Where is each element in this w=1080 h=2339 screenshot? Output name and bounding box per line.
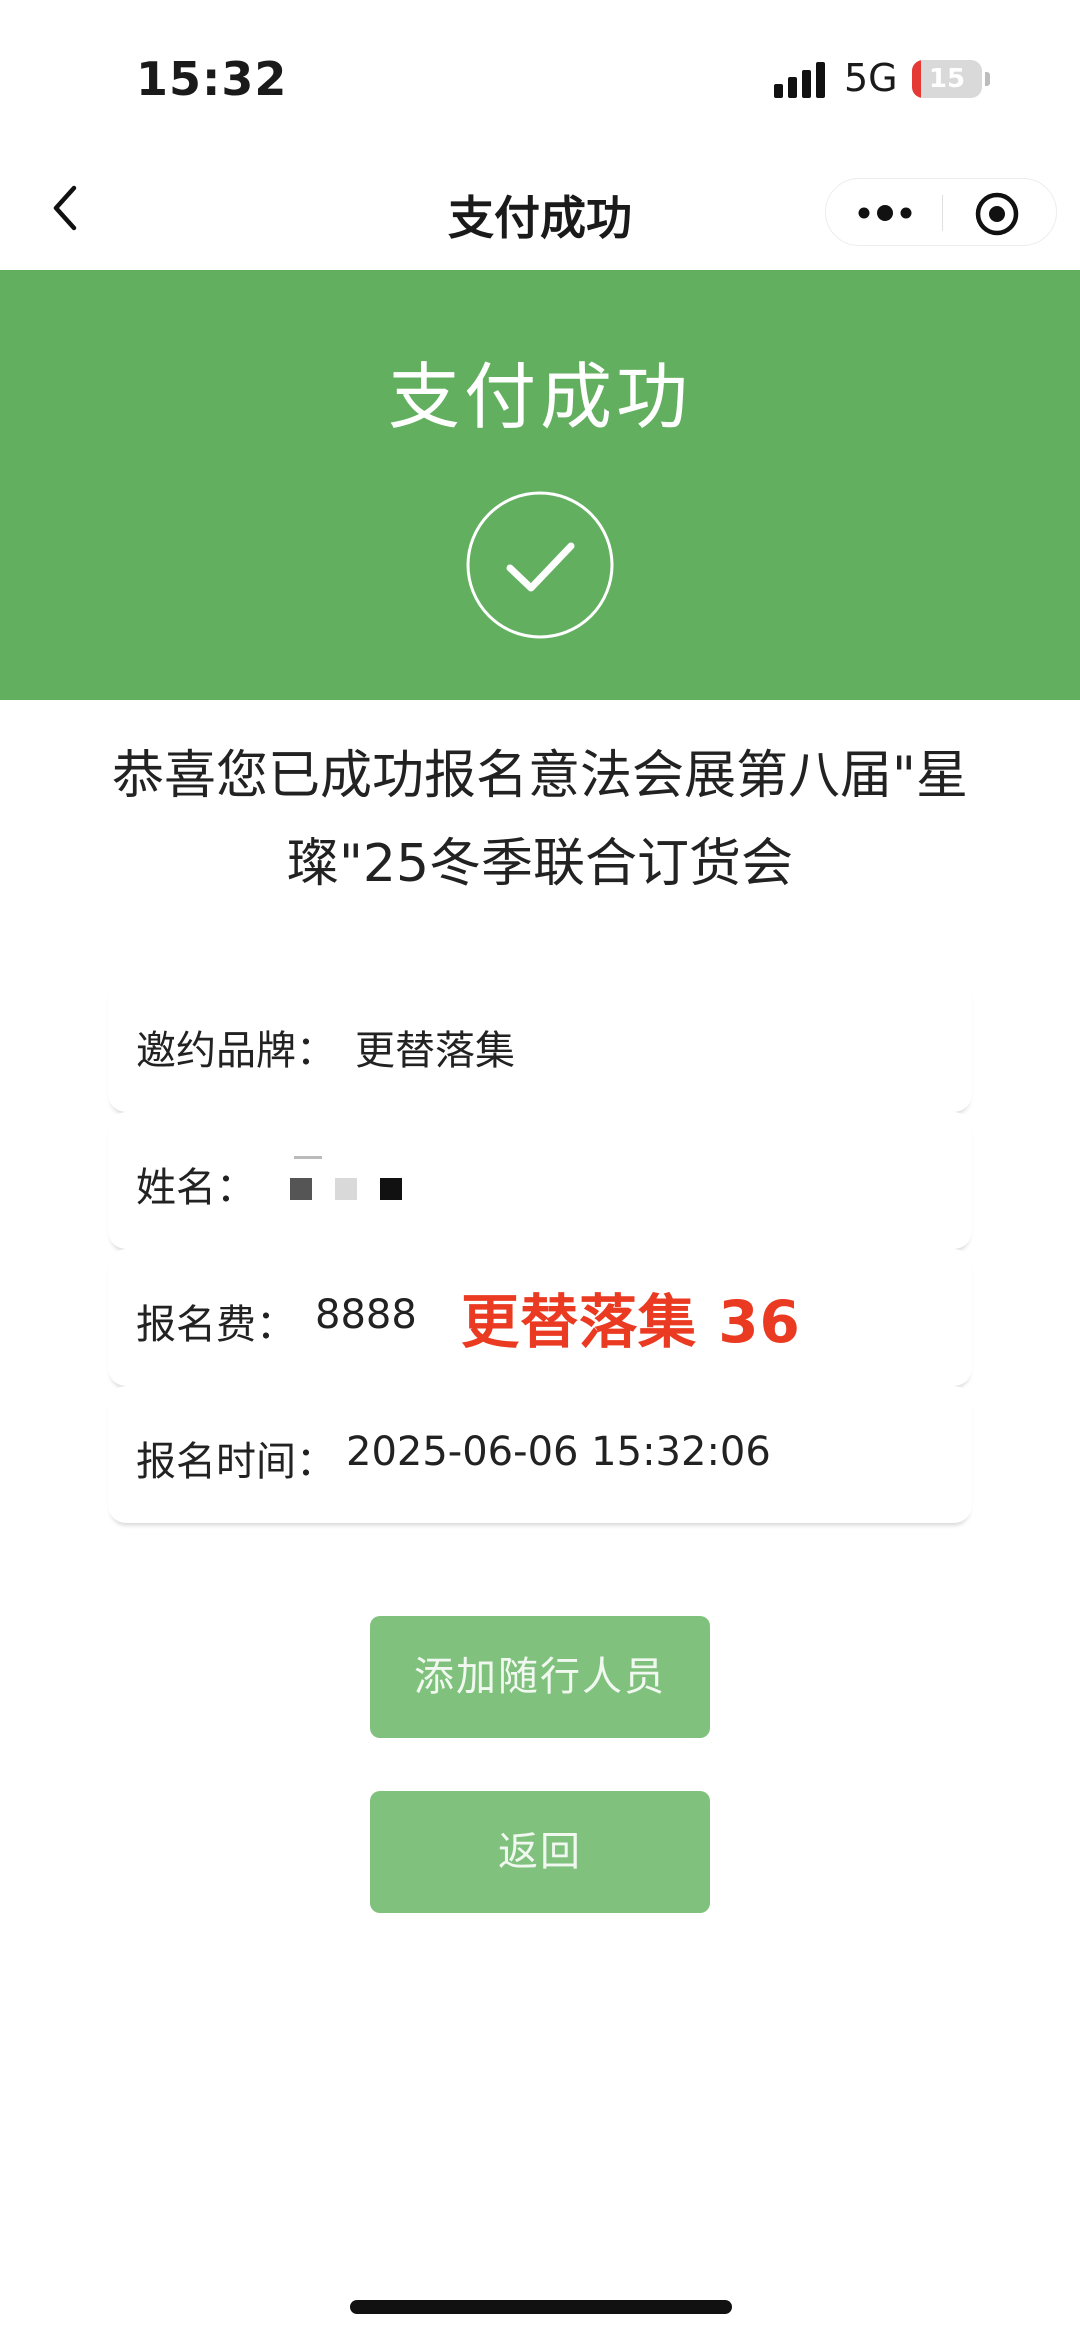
- signal-icon: [774, 62, 826, 98]
- payment-success-page: 15:32 5G 15 支付成功 支付成功 恭喜您已成功报名意法会展第八届"星 …: [0, 0, 1080, 2339]
- success-banner: 支付成功: [0, 270, 1080, 700]
- banner-title: 支付成功: [387, 355, 692, 439]
- registration-info-list: 邀约品牌： 更替落集 姓名： 报名费： 8888 更替落集 36 报名时间： 2…: [108, 975, 972, 1523]
- info-row-brand: 邀约品牌： 更替落集: [108, 975, 972, 1112]
- brand-label: 邀约品牌：: [136, 1028, 336, 1074]
- home-indicator[interactable]: [350, 2300, 732, 2314]
- fee-value: 8888: [315, 1292, 417, 1338]
- network-type: 5G: [844, 56, 898, 100]
- congrats-message: 恭喜您已成功报名意法会展第八届"星 璨"25冬季联合订货会: [60, 732, 1020, 908]
- capsule-divider: [942, 195, 943, 231]
- close-target-icon[interactable]: [974, 191, 1020, 237]
- battery-tip: [985, 72, 990, 86]
- back-button[interactable]: 返回: [370, 1791, 710, 1913]
- congrats-line-1: 恭喜您已成功报名意法会展第八届"星: [112, 746, 968, 806]
- overlay-watermark-text: 更替落集 36: [461, 1288, 801, 1356]
- info-row-fee: 报名费： 8888 更替落集 36: [108, 1249, 972, 1386]
- name-label: 姓名：: [136, 1165, 256, 1211]
- nav-bar: 支付成功: [0, 160, 1080, 270]
- status-bar: 15:32 5G 15: [0, 0, 1080, 160]
- info-row-time: 报名时间： 2025-06-06 15:32:06: [108, 1386, 972, 1523]
- time-value: 2025-06-06 15:32:06: [346, 1429, 771, 1475]
- fee-label: 报名费：: [136, 1302, 296, 1348]
- time-label: 报名时间：: [136, 1439, 336, 1485]
- more-dots-icon[interactable]: [854, 193, 916, 233]
- congrats-line-2: 璨"25冬季联合订货会: [286, 834, 794, 894]
- add-companion-button[interactable]: 添加随行人员: [370, 1616, 710, 1738]
- masked-name: [290, 1156, 410, 1232]
- battery-icon: 15: [912, 60, 982, 98]
- battery-level: 15: [928, 64, 966, 94]
- check-circle-icon: [466, 491, 614, 639]
- brand-value: 更替落集: [355, 1028, 515, 1074]
- mini-program-capsule: [825, 178, 1057, 246]
- status-time: 15:32: [136, 52, 288, 106]
- info-row-name: 姓名：: [108, 1112, 972, 1249]
